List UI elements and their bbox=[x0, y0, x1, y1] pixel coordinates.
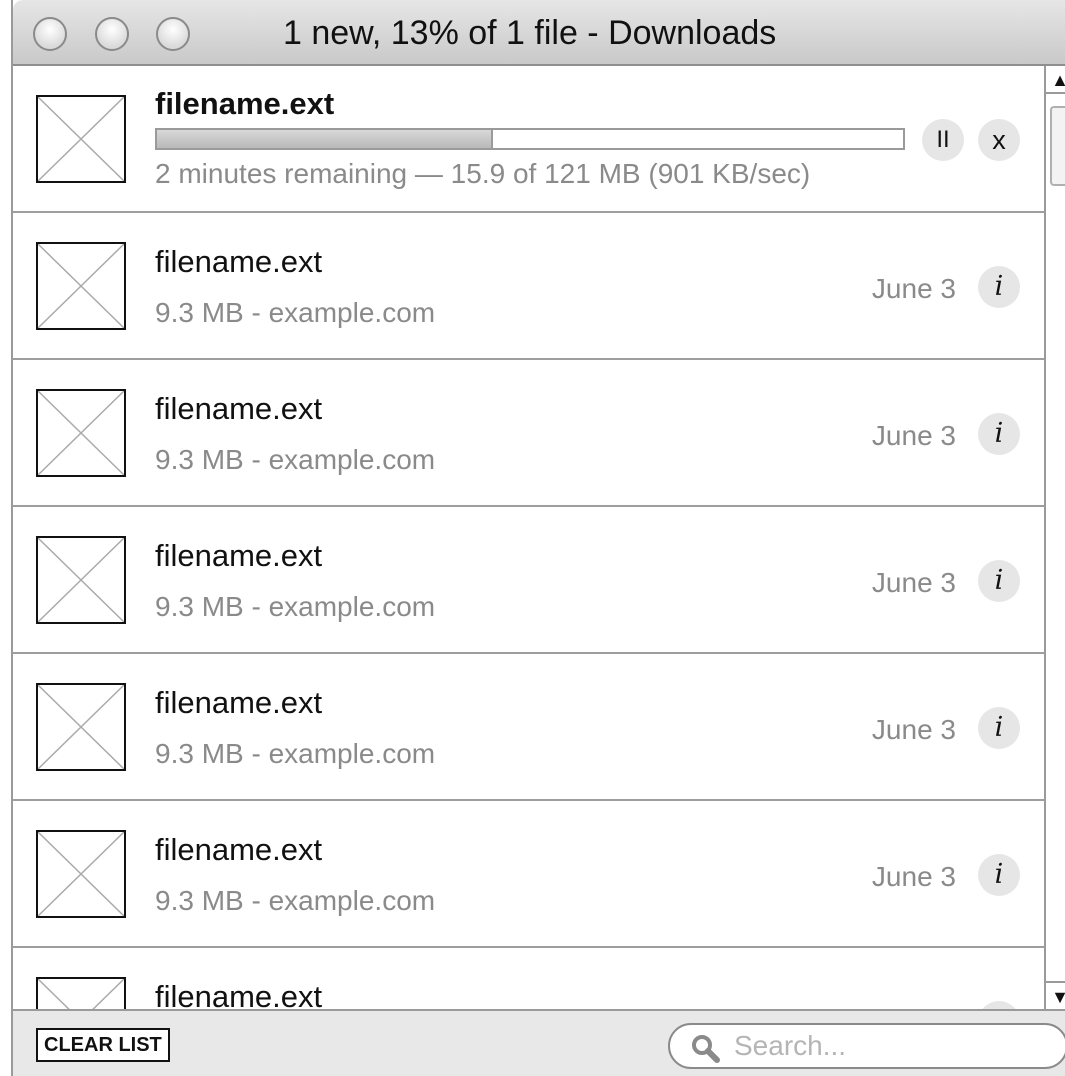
search-field[interactable] bbox=[668, 1023, 1065, 1069]
download-details: 9.3 MB - example.com bbox=[155, 591, 436, 622]
active-download-filename: filename.ext bbox=[155, 86, 335, 121]
download-date: June 3 bbox=[871, 420, 956, 451]
download-date: June 3 bbox=[871, 861, 956, 892]
zoom-window-button[interactable] bbox=[156, 17, 190, 51]
info-button[interactable]: i bbox=[978, 413, 1020, 455]
info-button[interactable]: i bbox=[978, 266, 1020, 308]
downloads-window: 1 new, 13% of 1 file - Downloads filenam… bbox=[11, 0, 1065, 1076]
minimize-window-button[interactable] bbox=[95, 17, 129, 51]
title-bar[interactable]: 1 new, 13% of 1 file - Downloads bbox=[13, 0, 1065, 66]
file-thumbnail-icon bbox=[36, 389, 126, 477]
close-window-button[interactable] bbox=[33, 17, 67, 51]
download-row[interactable]: filename.ext 9.3 MB - example.com June 3… bbox=[13, 654, 1044, 801]
info-button[interactable]: i bbox=[978, 854, 1020, 896]
download-filename: filename.ext bbox=[155, 244, 323, 279]
cancel-button[interactable]: x bbox=[978, 119, 1020, 161]
downloads-list: filename.ext 2 minutes remaining — 15.9 … bbox=[13, 66, 1044, 1009]
window-title: 1 new, 13% of 1 file - Downloads bbox=[283, 14, 777, 52]
download-status: 2 minutes remaining — 15.9 of 121 MB (90… bbox=[155, 158, 811, 189]
search-icon bbox=[690, 1033, 720, 1068]
scroll-down-arrow-icon[interactable]: ▼ bbox=[1046, 981, 1065, 1009]
download-row[interactable]: filename.ext i bbox=[13, 948, 1044, 1009]
download-date: June 3 bbox=[871, 273, 956, 304]
download-date: June 3 bbox=[871, 714, 956, 745]
download-filename: filename.ext bbox=[155, 391, 323, 426]
download-progress-bar bbox=[155, 128, 905, 150]
file-thumbnail-icon bbox=[36, 830, 126, 918]
info-button[interactable]: i bbox=[978, 707, 1020, 749]
file-thumbnail-icon bbox=[36, 683, 126, 771]
bottom-toolbar: CLEAR LIST bbox=[13, 1009, 1065, 1076]
download-filename: filename.ext bbox=[155, 538, 323, 573]
file-thumbnail-icon bbox=[36, 242, 126, 330]
download-date: June 3 bbox=[871, 567, 956, 598]
info-button[interactable]: i bbox=[978, 560, 1020, 602]
download-details: 9.3 MB - example.com bbox=[155, 444, 436, 475]
download-row[interactable]: filename.ext 9.3 MB - example.com June 3… bbox=[13, 360, 1044, 507]
info-button[interactable]: i bbox=[978, 1001, 1020, 1009]
download-details: 9.3 MB - example.com bbox=[155, 885, 436, 916]
download-details: 9.3 MB - example.com bbox=[155, 738, 436, 769]
download-details: 9.3 MB - example.com bbox=[155, 297, 436, 328]
download-row[interactable]: filename.ext 9.3 MB - example.com June 3… bbox=[13, 507, 1044, 654]
file-thumbnail-icon bbox=[36, 977, 126, 1009]
download-filename: filename.ext bbox=[155, 979, 323, 1009]
download-row[interactable]: filename.ext 9.3 MB - example.com June 3… bbox=[13, 801, 1044, 948]
active-download-row[interactable]: filename.ext 2 minutes remaining — 15.9 … bbox=[13, 66, 1044, 213]
scroll-thumb[interactable] bbox=[1050, 106, 1065, 186]
pause-button[interactable]: II bbox=[922, 119, 964, 161]
file-thumbnail-icon bbox=[36, 95, 126, 183]
scroll-up-arrow-icon[interactable]: ▲ bbox=[1046, 66, 1065, 94]
download-progress-fill bbox=[157, 130, 493, 148]
file-thumbnail-icon bbox=[36, 536, 126, 624]
vertical-scrollbar[interactable]: ▲ ▼ bbox=[1044, 66, 1065, 1009]
clear-list-button[interactable]: CLEAR LIST bbox=[36, 1028, 170, 1062]
search-input[interactable] bbox=[734, 1029, 1054, 1063]
download-row[interactable]: filename.ext 9.3 MB - example.com June 3… bbox=[13, 213, 1044, 360]
download-filename: filename.ext bbox=[155, 685, 323, 720]
download-filename: filename.ext bbox=[155, 832, 323, 867]
